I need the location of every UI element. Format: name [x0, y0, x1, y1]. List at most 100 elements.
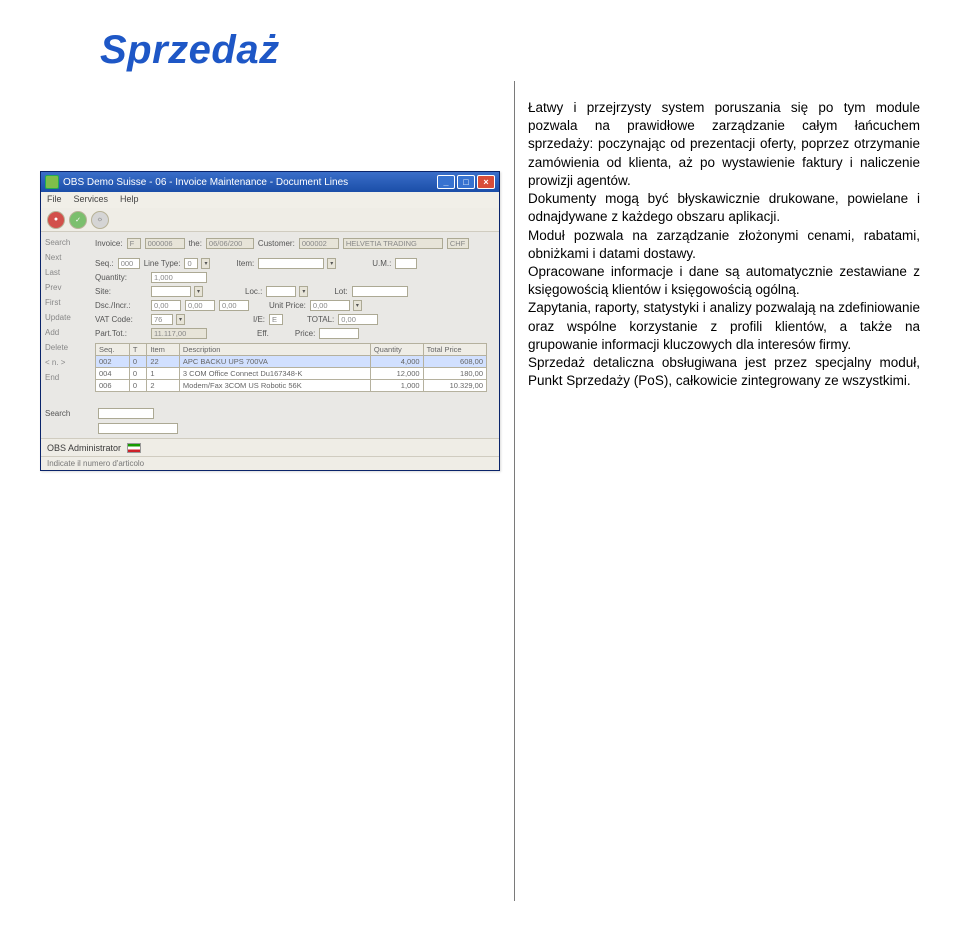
- lot-field[interactable]: [352, 286, 408, 297]
- unitprice-label: Unit Price:: [269, 301, 306, 310]
- menu-help[interactable]: Help: [120, 194, 139, 206]
- sidebar-prev[interactable]: Prev: [45, 283, 91, 292]
- search-field-2[interactable]: [98, 423, 178, 434]
- col-qty[interactable]: Quantity: [370, 344, 423, 356]
- sidebar-delete[interactable]: Delete: [45, 343, 91, 352]
- window-titlebar: OBS Demo Suisse - 06 - Invoice Maintenan…: [41, 172, 499, 192]
- sidebar-end[interactable]: End: [45, 373, 91, 382]
- qty-field[interactable]: 1,000: [151, 272, 207, 283]
- status-hint: Indicate il numero d'articolo: [47, 459, 144, 468]
- toolbar: ● ✓ ☼: [41, 208, 499, 232]
- sidebar-last[interactable]: Last: [45, 268, 91, 277]
- table-header-row: Seq. T Item Description Quantity Total P…: [96, 344, 487, 356]
- left-column: OBS Demo Suisse - 06 - Invoice Maintenan…: [40, 91, 502, 471]
- toolbar-stop-icon[interactable]: ●: [47, 211, 65, 229]
- statusbar-hint: Indicate il numero d'articolo: [41, 456, 499, 470]
- paragraph: Dokumenty mogą być błyskawicznie drukowa…: [528, 190, 920, 226]
- dsc1-field[interactable]: 0,00: [151, 300, 181, 311]
- client-area: Search Next Last Prev First Update Add D…: [41, 232, 499, 402]
- search-label: Search: [45, 409, 95, 418]
- sidebar-first[interactable]: First: [45, 298, 91, 307]
- document-title: Sprzedaż: [100, 28, 920, 73]
- sidebar-n[interactable]: < n. >: [45, 358, 91, 367]
- um-label: U.M.:: [372, 259, 391, 268]
- chevron-down-icon[interactable]: ▾: [194, 286, 203, 297]
- item-label: Item:: [236, 259, 254, 268]
- chevron-down-icon[interactable]: ▾: [353, 300, 362, 311]
- sidebar-next[interactable]: Next: [45, 253, 91, 262]
- dsc3-field[interactable]: 0,00: [219, 300, 249, 311]
- customer-code: 000002: [299, 238, 339, 249]
- chevron-down-icon[interactable]: ▾: [176, 314, 185, 325]
- sidebar-update[interactable]: Update: [45, 313, 91, 322]
- table-row[interactable]: 002022APC BACKU UPS 700VA4,000608,00: [96, 356, 487, 368]
- col-t[interactable]: T: [129, 344, 146, 356]
- toolbar-ok-icon[interactable]: ✓: [69, 211, 87, 229]
- form-content: Invoice: F 000006 the: 06/06/200 Custome…: [95, 232, 499, 402]
- paragraph: Zapytania, raporty, statystyki i analizy…: [528, 299, 920, 354]
- parttot-field: 11.117,00: [151, 328, 207, 339]
- ie-label: I/E:: [253, 315, 265, 324]
- customer-label: Customer:: [258, 239, 295, 248]
- currency: CHF: [447, 238, 469, 249]
- site-field[interactable]: [151, 286, 191, 297]
- loc-label: Loc.:: [245, 287, 262, 296]
- seq-label: Seq.:: [95, 259, 114, 268]
- vat-label: VAT Code:: [95, 315, 147, 324]
- lot-label: Lot:: [334, 287, 347, 296]
- linetype-field[interactable]: 0: [184, 258, 198, 269]
- price-field[interactable]: [319, 328, 359, 339]
- linetype-label: Line Type:: [144, 259, 181, 268]
- col-desc[interactable]: Description: [179, 344, 370, 356]
- seq-field[interactable]: 000: [118, 258, 140, 269]
- unitprice-field[interactable]: 0,00: [310, 300, 350, 311]
- table-row[interactable]: 004013 COM Office Connect Du167348-K12,0…: [96, 368, 487, 380]
- site-label: Site:: [95, 287, 147, 296]
- dsc2-field[interactable]: 0,00: [185, 300, 215, 311]
- ie-field[interactable]: E: [269, 314, 283, 325]
- sidebar-add[interactable]: Add: [45, 328, 91, 337]
- total-field[interactable]: 0,00: [338, 314, 378, 325]
- um-field[interactable]: [395, 258, 417, 269]
- maximize-button[interactable]: □: [457, 175, 475, 189]
- close-button[interactable]: ×: [477, 175, 495, 189]
- status-user: OBS Administrator: [47, 443, 121, 453]
- lines-table: Seq. T Item Description Quantity Total P…: [95, 343, 487, 392]
- search-field-1[interactable]: [98, 408, 154, 419]
- the-date: 06/06/200: [206, 238, 254, 249]
- invoice-label: Invoice:: [95, 239, 123, 248]
- col-item[interactable]: Item: [147, 344, 180, 356]
- sidebar: Search Next Last Prev First Update Add D…: [41, 232, 95, 402]
- toolbar-config-icon[interactable]: ☼: [91, 211, 109, 229]
- table-row[interactable]: 00602Modem/Fax 3COM US Robotic 56K1,0001…: [96, 380, 487, 392]
- col-seq[interactable]: Seq.: [96, 344, 130, 356]
- menu-bar: File Services Help: [41, 192, 499, 208]
- window-title: OBS Demo Suisse - 06 - Invoice Maintenan…: [63, 177, 437, 188]
- parttot-label: Part.Tot.:: [95, 329, 147, 338]
- dsc-label: Dsc./Incr.:: [95, 301, 147, 310]
- vertical-separator: [514, 81, 515, 901]
- qty-label: Quantity:: [95, 273, 147, 282]
- chevron-down-icon[interactable]: ▾: [201, 258, 210, 269]
- statusbar-user: OBS Administrator: [41, 438, 499, 456]
- invoice-number: 000006: [145, 238, 185, 249]
- page: Sprzedaż OBS Demo Suisse - 06 - Invoice …: [0, 0, 960, 928]
- customer-name: HELVETIA TRADING: [343, 238, 443, 249]
- eff-label: Eff.: [257, 329, 269, 338]
- app-icon: [45, 175, 59, 189]
- sidebar-search[interactable]: Search: [45, 238, 91, 247]
- chevron-down-icon[interactable]: ▾: [327, 258, 336, 269]
- menu-file[interactable]: File: [47, 194, 62, 206]
- two-column-layout: OBS Demo Suisse - 06 - Invoice Maintenan…: [40, 91, 920, 471]
- total-label: TOTAL:: [307, 315, 334, 324]
- menu-services[interactable]: Services: [74, 194, 109, 206]
- vat-field[interactable]: 76: [151, 314, 173, 325]
- paragraph: Sprzedaż detaliczna obsługiwana jest prz…: [528, 354, 920, 390]
- chevron-down-icon[interactable]: ▾: [299, 286, 308, 297]
- item-field[interactable]: [258, 258, 324, 269]
- col-total[interactable]: Total Price: [423, 344, 486, 356]
- invoice-prefix: F: [127, 238, 141, 249]
- loc-field[interactable]: [266, 286, 296, 297]
- right-column: Łatwy i przejrzysty system poruszania si…: [528, 91, 920, 471]
- minimize-button[interactable]: _: [437, 175, 455, 189]
